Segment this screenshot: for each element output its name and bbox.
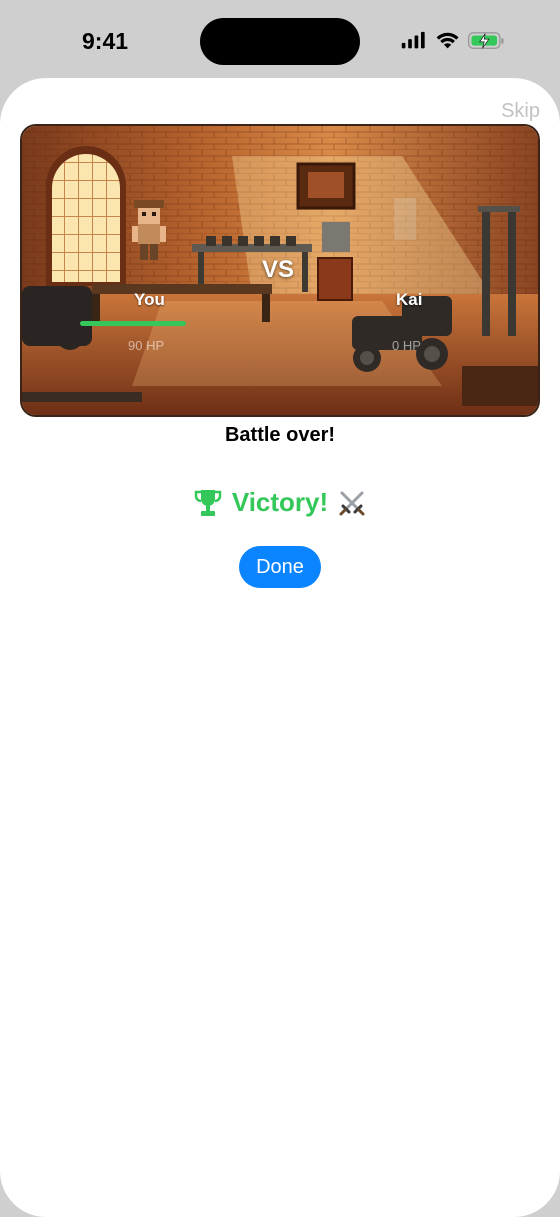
dynamic-island — [200, 18, 360, 65]
opponent-name: Kai — [396, 290, 423, 309]
battery-charging-icon — [467, 32, 504, 50]
battle-arena: VS — [20, 124, 540, 417]
player-hp-bar — [80, 321, 186, 326]
status-bar: 9:41 — [0, 0, 560, 80]
battle-status-text: Battle over! — [224, 424, 336, 446]
crossed-swords-icon — [339, 491, 365, 515]
status-time: 9:41 — [82, 28, 129, 54]
done-button[interactable]: Done — [239, 546, 321, 588]
wifi-icon — [436, 32, 459, 49]
player-hp-label: 90 HP — [128, 338, 165, 353]
player-hp-fill — [80, 321, 186, 326]
opponent-sprite — [394, 198, 416, 240]
result-row: Victory! — [0, 487, 560, 518]
status-icons — [401, 31, 504, 50]
player-name: You — [134, 290, 165, 309]
trophy-icon — [194, 489, 222, 516]
result-text: Victory! — [231, 487, 329, 517]
vs-label: VS — [262, 256, 295, 283]
signal-icon — [401, 31, 425, 49]
skip-button[interactable]: Skip — [501, 100, 540, 123]
opponent-hp-label: 0 HP — [392, 338, 421, 353]
